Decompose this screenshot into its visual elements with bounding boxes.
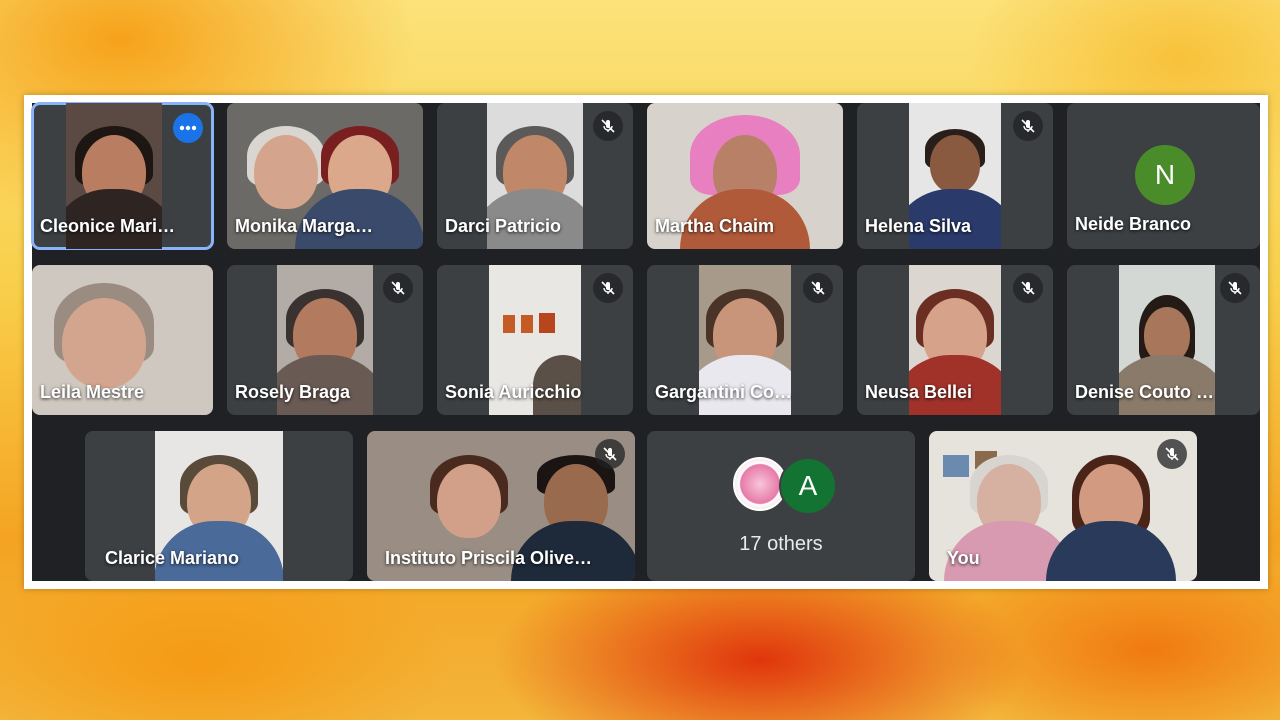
participant-tile[interactable]: Darci Patricio — [437, 103, 633, 249]
mic-muted-indicator — [803, 273, 833, 303]
mic-muted-indicator — [593, 111, 623, 141]
mic-off-icon — [391, 281, 405, 295]
participant-name: Monika Marga… — [235, 216, 374, 236]
mic-muted-indicator — [1013, 111, 1043, 141]
mic-off-icon — [1165, 447, 1179, 461]
participant-tile[interactable]: Rosely Braga — [227, 265, 423, 415]
participant-name: Neusa Bellei — [865, 382, 973, 402]
participant-name: Rosely Braga — [235, 382, 351, 402]
meeting-grid: Cleonice Mari… Monika Marga… Darci Patri… — [31, 102, 1260, 581]
mic-muted-indicator — [1157, 439, 1187, 469]
participant-name: Leila Mestre — [40, 382, 145, 402]
participant-tile[interactable]: Instituto Priscila Olive… — [367, 431, 635, 581]
more-options-button[interactable] — [173, 113, 203, 143]
mic-muted-indicator — [595, 439, 625, 469]
participant-name: Cleonice Mari… — [40, 216, 176, 236]
others-count: 17 others — [739, 533, 823, 555]
participant-tile[interactable]: Martha Chaim — [647, 103, 843, 249]
participant-name: Sonia Auricchio — [445, 382, 582, 402]
participant-tile[interactable]: Clarice Mariano — [85, 431, 353, 581]
participant-tile[interactable]: Gargantini Co… — [647, 265, 843, 415]
participant-name: Gargantini Co… — [655, 382, 793, 402]
participant-name: Clarice Mariano — [105, 548, 240, 568]
participant-tile[interactable]: You — [929, 431, 1197, 581]
participant-name: Instituto Priscila Olive… — [385, 548, 593, 568]
mic-off-icon — [1021, 281, 1035, 295]
participant-name: Helena Silva — [865, 216, 972, 236]
mic-off-icon — [1021, 119, 1035, 133]
participant-tile[interactable]: Helena Silva — [857, 103, 1053, 249]
participant-name: Martha Chaim — [655, 216, 775, 236]
more-options-icon — [179, 125, 197, 131]
mic-off-icon — [1228, 281, 1242, 295]
others-tile[interactable]: A 17 others — [647, 431, 915, 581]
participant-name: Neide Branco — [1075, 214, 1192, 234]
mic-off-icon — [601, 119, 615, 133]
participant-tile[interactable]: Sonia Auricchio — [437, 265, 633, 415]
participant-tile[interactable]: Monika Marga… — [227, 103, 423, 249]
participant-tile[interactable]: Denise Couto … — [1067, 265, 1260, 415]
mic-muted-indicator — [1013, 273, 1043, 303]
participant-name: Darci Patricio — [445, 216, 562, 236]
mic-off-icon — [603, 447, 617, 461]
mic-muted-indicator — [383, 273, 413, 303]
participant-tile[interactable]: N Neide Branco — [1067, 103, 1260, 249]
avatar: A — [779, 457, 837, 515]
mic-muted-indicator — [1220, 273, 1250, 303]
mic-muted-indicator — [593, 273, 623, 303]
avatar: N — [1135, 145, 1195, 205]
participant-tile[interactable]: Cleonice Mari… — [31, 102, 214, 250]
mic-off-icon — [601, 281, 615, 295]
participant-name: You — [947, 548, 980, 568]
participant-tile[interactable]: Neusa Bellei — [857, 265, 1053, 415]
participant-name: Denise Couto … — [1075, 382, 1215, 402]
mic-off-icon — [811, 281, 825, 295]
screenshot-frame: Cleonice Mari… Monika Marga… Darci Patri… — [24, 95, 1268, 589]
participant-tile[interactable]: Leila Mestre — [32, 265, 213, 415]
